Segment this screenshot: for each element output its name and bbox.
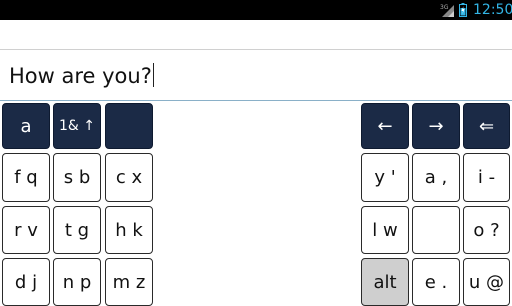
key-space[interactable] (412, 206, 460, 254)
key-label: f q (14, 167, 38, 188)
key-label: s b (63, 167, 91, 188)
key-label: e . (424, 271, 448, 293)
key-l-w[interactable]: l w (361, 206, 409, 254)
key-label: r v (14, 219, 38, 241)
key-cursor-left[interactable]: ← (361, 103, 409, 149)
key-backspace[interactable]: ⇐ (463, 103, 510, 149)
key-label: h k (115, 219, 143, 241)
text-input-area[interactable]: How are you? (0, 50, 512, 101)
battery-icon (459, 3, 467, 17)
key-d-j[interactable]: d j (2, 258, 50, 306)
key-o-question[interactable]: o ? (463, 206, 510, 254)
key-label: a (20, 115, 32, 137)
app-header (0, 20, 512, 50)
keyboard: a 1& ↑ ← → ⇐ f q s b c x y ' a , i - r v… (0, 101, 512, 306)
arrow-left-icon: ← (377, 115, 393, 137)
key-a-comma[interactable]: a , (412, 153, 460, 202)
key-u-at[interactable]: u @ (463, 258, 510, 306)
key-f-q[interactable]: f q (2, 153, 50, 202)
key-s-b[interactable]: s b (53, 153, 101, 202)
status-bar: 3G 12:50 (0, 0, 512, 20)
key-label: u @ (468, 271, 505, 293)
signal-icon: 3G (440, 4, 454, 17)
backspace-icon: ⇐ (478, 115, 495, 137)
key-a[interactable]: a (2, 103, 50, 149)
key-label: d j (14, 271, 38, 293)
key-h-k[interactable]: h k (105, 206, 153, 254)
key-i-hyphen[interactable]: i - (463, 153, 510, 202)
key-blank-dark[interactable] (105, 103, 153, 149)
text-caret (152, 63, 154, 87)
key-label: 1& ↑ (58, 118, 95, 134)
text-input[interactable]: How are you? (9, 62, 154, 90)
clock: 12:50 (473, 2, 512, 18)
key-label: o ? (473, 219, 500, 241)
key-label: m z (112, 271, 146, 293)
key-label: alt (373, 271, 397, 293)
key-label: y ' (374, 167, 396, 188)
text-value: How are you? (9, 64, 152, 88)
key-label: a , (424, 167, 448, 188)
key-m-z[interactable]: m z (105, 258, 153, 306)
key-c-x[interactable]: c x (105, 153, 153, 202)
arrow-right-icon: → (428, 115, 444, 137)
network-type: 3G (440, 4, 449, 11)
key-label: n p (62, 271, 92, 293)
key-label: c x (115, 167, 143, 188)
key-r-v[interactable]: r v (2, 206, 50, 254)
key-label: l w (372, 219, 398, 241)
key-y-apostrophe[interactable]: y ' (361, 153, 409, 202)
key-e-period[interactable]: e . (412, 258, 460, 306)
key-t-g[interactable]: t g (53, 206, 101, 254)
key-n-p[interactable]: n p (53, 258, 101, 306)
key-label: i - (477, 167, 496, 188)
key-numbers-shift[interactable]: 1& ↑ (53, 103, 101, 149)
key-cursor-right[interactable]: → (412, 103, 460, 149)
key-label: t g (64, 219, 90, 241)
key-alt[interactable]: alt (361, 258, 409, 306)
